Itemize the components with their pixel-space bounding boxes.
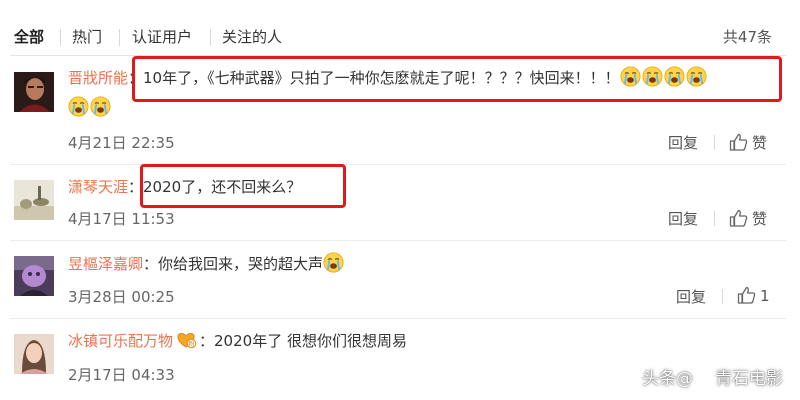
watermark-at: @ <box>676 369 693 389</box>
like-button[interactable]: 赞 <box>729 132 767 153</box>
thumbs-up-icon <box>729 133 748 151</box>
comment-username[interactable]: 晋戕所能 <box>68 69 128 87</box>
action-separator <box>722 289 723 304</box>
comment-divider <box>10 318 786 319</box>
tab-separator <box>119 29 120 46</box>
comment-username[interactable]: 昱樞泽嘉卿 <box>68 255 143 273</box>
comment-text: ：2020年了 很想你们很想周易 <box>199 332 407 350</box>
tab-all[interactable]: 全部 <box>14 26 44 47</box>
comment-filter-tabs: 全部 热门 认证用户 关注的人 共47条 <box>0 0 800 56</box>
comment-text-line-2 <box>68 96 112 119</box>
svg-text:粉: 粉 <box>189 340 195 348</box>
action-separator <box>714 135 715 150</box>
comment-total-count: 共47条 <box>722 28 772 46</box>
avatar[interactable] <box>14 72 54 112</box>
thumbs-up-icon <box>729 209 748 227</box>
comment-timestamp: 3月28日 00:25 <box>68 288 175 306</box>
red-highlight-box <box>140 164 346 208</box>
like-label: 赞 <box>752 210 768 228</box>
comment-divider <box>10 240 786 241</box>
avatar[interactable] <box>14 334 54 374</box>
toutiao-watermark: 头条@ 青石电影 <box>642 364 783 389</box>
comment-text-line: 冰镇可乐配万物 粉 ：2020年了 很想你们很想周易 <box>68 330 407 352</box>
comment-username[interactable]: 潇琴天涯 <box>68 178 128 196</box>
crying-face-emoji-icon <box>68 96 89 117</box>
like-button[interactable]: 1 <box>737 286 770 305</box>
tab-separator <box>210 29 211 46</box>
watermark-name: 青石电影 <box>715 369 783 389</box>
avatar[interactable] <box>14 256 54 296</box>
tab-separator <box>60 29 61 46</box>
tab-following[interactable]: 关注的人 <box>222 26 282 47</box>
fan-badge-icon: 粉 <box>175 331 197 349</box>
like-count: 1 <box>760 287 770 305</box>
comment-username[interactable]: 冰镇可乐配万物 <box>68 332 173 350</box>
reply-button[interactable]: 回复 <box>668 132 698 153</box>
comment-timestamp: 4月21日 22:35 <box>68 134 175 152</box>
watermark-prefix: 头条 <box>642 369 676 389</box>
crying-face-emoji-icon <box>90 96 111 117</box>
comment-timestamp: 4月17日 11:53 <box>68 210 175 228</box>
like-button[interactable]: 赞 <box>729 208 767 229</box>
camera-lens-icon <box>695 369 713 387</box>
avatar[interactable] <box>14 180 54 220</box>
tab-verified-users[interactable]: 认证用户 <box>132 26 192 47</box>
reply-button[interactable]: 回复 <box>668 208 698 229</box>
comment-text-line: 昱樞泽嘉卿：你给我回来，哭的超大声 <box>68 252 345 275</box>
comment-divider <box>10 164 786 165</box>
action-separator <box>714 211 715 226</box>
comment-timestamp: 2月17日 04:33 <box>68 366 175 384</box>
like-label: 赞 <box>752 134 768 152</box>
crying-face-emoji-icon <box>323 252 344 273</box>
red-highlight-box <box>132 56 782 102</box>
tab-hot[interactable]: 热门 <box>72 26 102 47</box>
thumbs-up-icon <box>737 286 756 304</box>
comment-text: ：你给我回来，哭的超大声 <box>143 255 324 273</box>
reply-button[interactable]: 回复 <box>676 286 706 307</box>
